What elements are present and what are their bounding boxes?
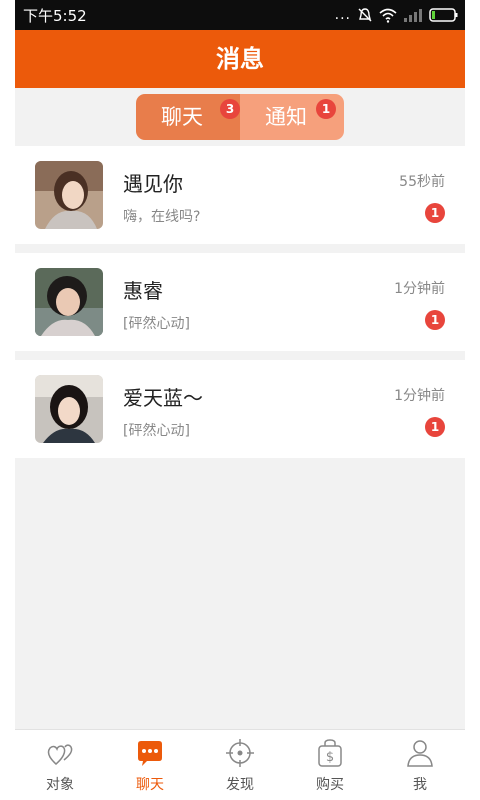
status-icons: ... [335,6,459,24]
tab-notification-badge: 1 [316,99,336,119]
last-message: [砰然心动] [123,316,190,332]
conversation-item[interactable]: 爱天蓝～ [砰然心动] 1分钟前 1 [15,360,465,458]
nav-label: 购买 [316,777,344,793]
signal-icon [404,9,422,22]
conversation-item[interactable]: 遇见你 嗨，在线吗? 55秒前 1 [15,146,465,244]
last-message: [砰然心动] [123,423,190,439]
nav-item-objects[interactable]: 对象 [15,730,105,800]
avatar[interactable] [35,375,103,443]
message-time: 1分钟前 [394,388,445,404]
wifi-icon [379,8,397,23]
nav-item-me[interactable]: 我 [375,730,465,800]
alarm-off-icon [358,8,372,22]
unread-badge: 1 [425,203,445,223]
chat-bubble-icon [138,741,162,766]
contact-name: 惠睿 [123,279,163,303]
person-icon [407,740,433,767]
tab-chat-label: 聊天 [161,105,203,129]
hearts-icon [47,744,73,765]
nav-item-discover[interactable]: 发现 [195,730,285,800]
last-message: 嗨，在线吗? [123,209,201,225]
nav-label: 聊天 [136,777,164,793]
app-frame: 下午5:52 ... 消息 聊天 3 通知 1 遇见你 嗨，在线吗? 55秒前 … [15,0,465,800]
tab-notification[interactable]: 通知 1 [240,94,344,140]
dollar-bag-icon: $ [318,739,342,767]
tab-chat[interactable]: 聊天 3 [136,94,240,140]
contact-name: 遇见你 [123,172,183,196]
nav-label: 发现 [226,777,254,793]
conversation-item[interactable]: 惠睿 [砰然心动] 1分钟前 1 [15,253,465,351]
tab-chat-badge: 3 [220,99,240,119]
nav-item-chat[interactable]: 聊天 [105,730,195,800]
battery-icon [429,8,458,22]
unread-badge: 1 [425,310,445,330]
page-title: 消息 [15,30,465,88]
message-time: 1分钟前 [394,281,445,297]
avatar[interactable] [35,268,103,336]
nav-label: 我 [413,777,427,793]
message-tabs: 聊天 3 通知 1 [136,94,344,140]
status-time: 下午5:52 [23,7,87,25]
nav-item-purchase[interactable]: $ 购买 [285,730,375,800]
avatar[interactable] [35,161,103,229]
crosshair-icon [226,739,254,767]
contact-name: 爱天蓝～ [123,386,203,410]
more-dots-icon: ... [334,7,351,23]
message-time: 55秒前 [399,174,445,190]
svg-text:$: $ [326,750,334,765]
conversation-list: 遇见你 嗨，在线吗? 55秒前 1 惠睿 [砰然心动] 1分钟前 1 爱天蓝～ … [15,146,465,467]
nav-label: 对象 [46,777,74,793]
tab-notification-label: 通知 [265,105,307,129]
status-bar: 下午5:52 ... [15,0,465,30]
unread-badge: 1 [425,417,445,437]
bottom-nav: 对象 聊天 发现 $ 购买 我 [15,729,465,800]
